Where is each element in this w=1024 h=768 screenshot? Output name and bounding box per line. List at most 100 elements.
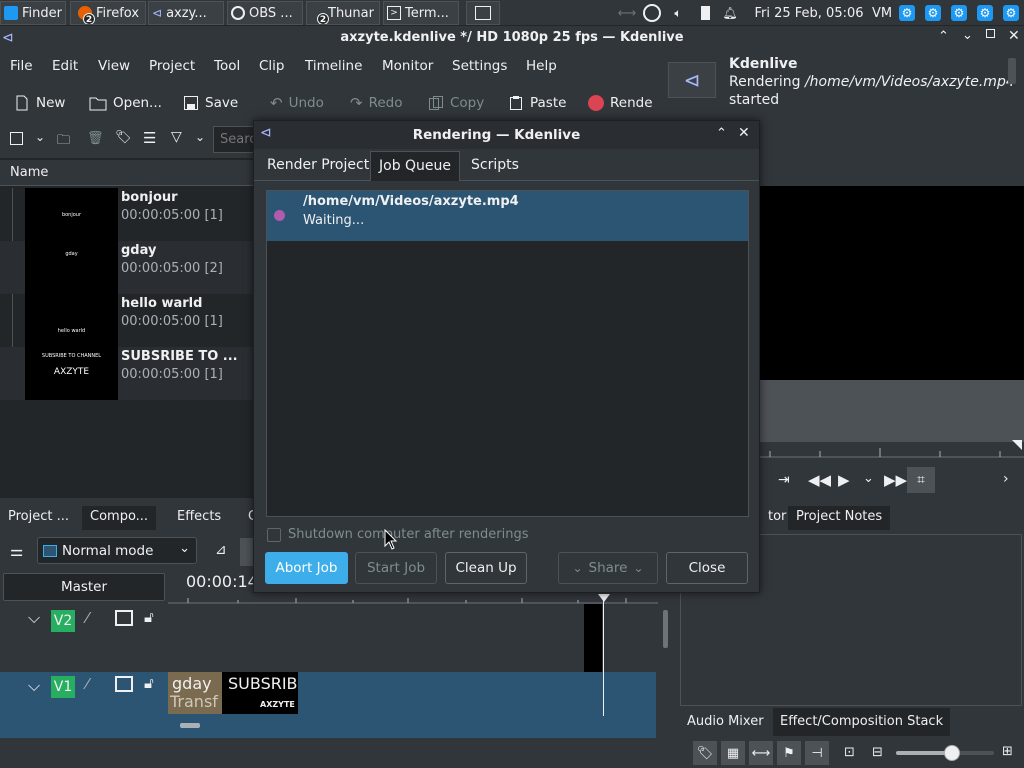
monitor-video[interactable] — [760, 186, 1024, 380]
film-icon[interactable]: ▦ — [721, 741, 745, 765]
horizontal-scrollbar[interactable] — [180, 723, 200, 728]
job-queue-list[interactable]: /home/vm/Videos/axzyte.mp4 Waiting... — [266, 190, 749, 517]
go-to-out-icon[interactable]: ⇥ — [778, 472, 790, 488]
playhead[interactable] — [603, 596, 604, 716]
monitor-scrubber[interactable] — [760, 380, 1024, 442]
menu-file[interactable]: File — [10, 58, 33, 74]
gear-icon[interactable]: ⚙ — [975, 3, 995, 23]
trash-icon[interactable]: 🗑︎ — [87, 131, 104, 146]
effects-wand-icon[interactable]: ⁄ — [86, 609, 89, 627]
tab-effect-stack[interactable]: Effect/Composition Stack — [773, 708, 951, 736]
clean-up-button[interactable]: Clean Up — [445, 552, 527, 584]
track-label[interactable]: V1 — [51, 676, 75, 698]
chevron-down-icon[interactable]: ⌄ — [35, 130, 45, 144]
tab-project-notes[interactable]: Project Notes — [788, 506, 891, 530]
tab-compositions[interactable]: Compo... — [82, 506, 157, 530]
taskbar-item-obs[interactable]: OBS ... — [227, 1, 303, 25]
play-icon[interactable]: ▶ — [838, 471, 850, 489]
chevron-up-icon[interactable]: ⌃ — [938, 29, 949, 44]
list-item[interactable]: gday gday 00:00:05:00 [2] — [0, 241, 256, 294]
zoom-out-icon[interactable]: ⊟ — [872, 745, 883, 760]
new-button[interactable]: New — [14, 92, 65, 114]
menu-settings[interactable]: Settings — [452, 58, 507, 74]
notification-bell-icon[interactable]: 🔔︎ — [720, 3, 740, 23]
zoom-slider-handle[interactable] — [944, 745, 960, 761]
taskbar-item-kdenlive[interactable]: ⊲ axzy... — [148, 1, 224, 25]
vertical-scrollbar[interactable] — [663, 610, 668, 648]
chevron-down-icon[interactable]: ⌄ — [863, 471, 874, 486]
monitor-ruler[interactable] — [760, 446, 1024, 458]
close-icon[interactable]: ✕ — [1008, 28, 1020, 44]
save-button[interactable]: Save — [183, 92, 238, 114]
menu-tool[interactable]: Tool — [214, 58, 240, 74]
playhead-marker[interactable] — [598, 594, 610, 602]
split-icon[interactable]: ⊣ — [805, 741, 829, 765]
menu-monitor[interactable]: Monitor — [382, 58, 433, 74]
taskbar-item-terminal[interactable]: > Term... — [383, 1, 459, 25]
lock-icon[interactable]: 🔓︎ — [144, 608, 154, 626]
filter-icon[interactable]: ▽ — [171, 129, 182, 145]
obs-tray-icon[interactable] — [641, 3, 663, 23]
dialog-titlebar[interactable]: ⊲ Rendering — Kdenlive ⌃ ✕ — [254, 121, 759, 149]
start-job-button[interactable]: Start Job — [355, 552, 437, 584]
settings-sliders-icon[interactable]: ⚌ — [10, 542, 23, 560]
track-label[interactable]: V2 — [51, 610, 75, 632]
close-icon[interactable]: ✕ — [738, 125, 750, 141]
zoom-in-icon[interactable]: ⊞ — [1002, 744, 1013, 759]
shutdown-checkbox[interactable] — [267, 527, 281, 542]
fast-forward-icon[interactable]: ▶▶ — [884, 471, 907, 489]
zoom-slider[interactable] — [896, 745, 994, 761]
user-indicator[interactable]: VM — [870, 3, 894, 23]
gear-icon[interactable]: ⚙ — [949, 3, 969, 23]
clock[interactable]: Fri 25 Feb, 05:06 — [750, 3, 868, 23]
gear-icon[interactable]: ⚙ — [1001, 3, 1021, 23]
gear-icon[interactable]: ⚙ — [923, 3, 943, 23]
taskbar-item-finder[interactable]: Finder — [0, 1, 66, 25]
rewind-icon[interactable]: ◀◀ — [808, 471, 831, 489]
menu-view[interactable]: View — [98, 58, 130, 74]
timeline-clip[interactable] — [584, 604, 602, 672]
film-icon[interactable] — [115, 610, 133, 626]
close-button[interactable]: Close — [666, 552, 748, 584]
lock-icon[interactable]: 🔓︎ — [144, 674, 154, 692]
taskbar-item-firefox[interactable]: Firefox 2 — [70, 1, 146, 25]
chevron-down-icon[interactable]: ⌄ — [195, 130, 205, 144]
snap-icon[interactable]: ⟷ — [749, 741, 773, 765]
bin-search-input[interactable] — [213, 126, 256, 153]
master-effects-button[interactable]: Master — [3, 573, 165, 601]
list-view-icon[interactable]: ☰ — [143, 129, 156, 147]
minimize-icon[interactable]: ⌄ — [962, 28, 973, 43]
undo-button[interactable]: ↶ Undo — [270, 92, 324, 114]
chevron-down-icon[interactable]: ⌵ — [28, 608, 40, 628]
share-button[interactable]: ⌄ Share ⌄ — [558, 552, 658, 584]
open-button[interactable]: Open... — [89, 92, 162, 114]
film-icon[interactable] — [115, 676, 133, 692]
menu-help[interactable]: Help — [526, 58, 557, 74]
render-notification[interactable]: ⊲ Kdenlive Rendering /home/vm/Videos/axz… — [660, 56, 1024, 116]
tag-icon[interactable]: 🏷︎ — [693, 741, 717, 765]
chevron-down-icon[interactable]: ⌵ — [28, 676, 40, 696]
network-icon[interactable]: ⟷ — [616, 3, 638, 23]
battery-icon[interactable] — [695, 3, 715, 23]
tab-effects[interactable]: Effects — [169, 506, 229, 530]
timeline-ruler[interactable] — [168, 594, 658, 604]
tab-project-bin[interactable]: Project ... — [0, 506, 77, 530]
spacer-tool-icon[interactable]: ⊿ — [215, 542, 227, 558]
menu-timeline[interactable]: Timeline — [305, 58, 362, 74]
timeline-clip[interactable]: SUBSRIB AXZYTE — [222, 672, 298, 714]
table-row[interactable]: /home/vm/Videos/axzyte.mp4 Waiting... — [267, 191, 748, 241]
tab-job-queue[interactable]: Job Queue — [370, 151, 461, 181]
render-button[interactable]: Rende — [588, 92, 653, 114]
chevron-right-icon[interactable]: › — [1003, 471, 1009, 487]
abort-job-button[interactable]: Abort Job — [265, 552, 348, 584]
tag-icon[interactable]: 🏷︎ — [115, 130, 132, 145]
menu-project[interactable]: Project — [149, 58, 195, 74]
flag-icon[interactable]: ⚑ — [777, 741, 801, 765]
crop-icon[interactable]: ⌗ — [907, 467, 935, 493]
volume-icon[interactable]: 🔈︎ — [668, 3, 688, 23]
menu-clip[interactable]: Clip — [259, 58, 285, 74]
tab-scripts[interactable]: Scripts — [463, 151, 527, 181]
edit-mode-select[interactable]: Normal mode ⌄ — [37, 537, 197, 564]
redo-button[interactable]: ↷ Redo — [350, 92, 403, 114]
menu-edit[interactable]: Edit — [52, 58, 78, 74]
